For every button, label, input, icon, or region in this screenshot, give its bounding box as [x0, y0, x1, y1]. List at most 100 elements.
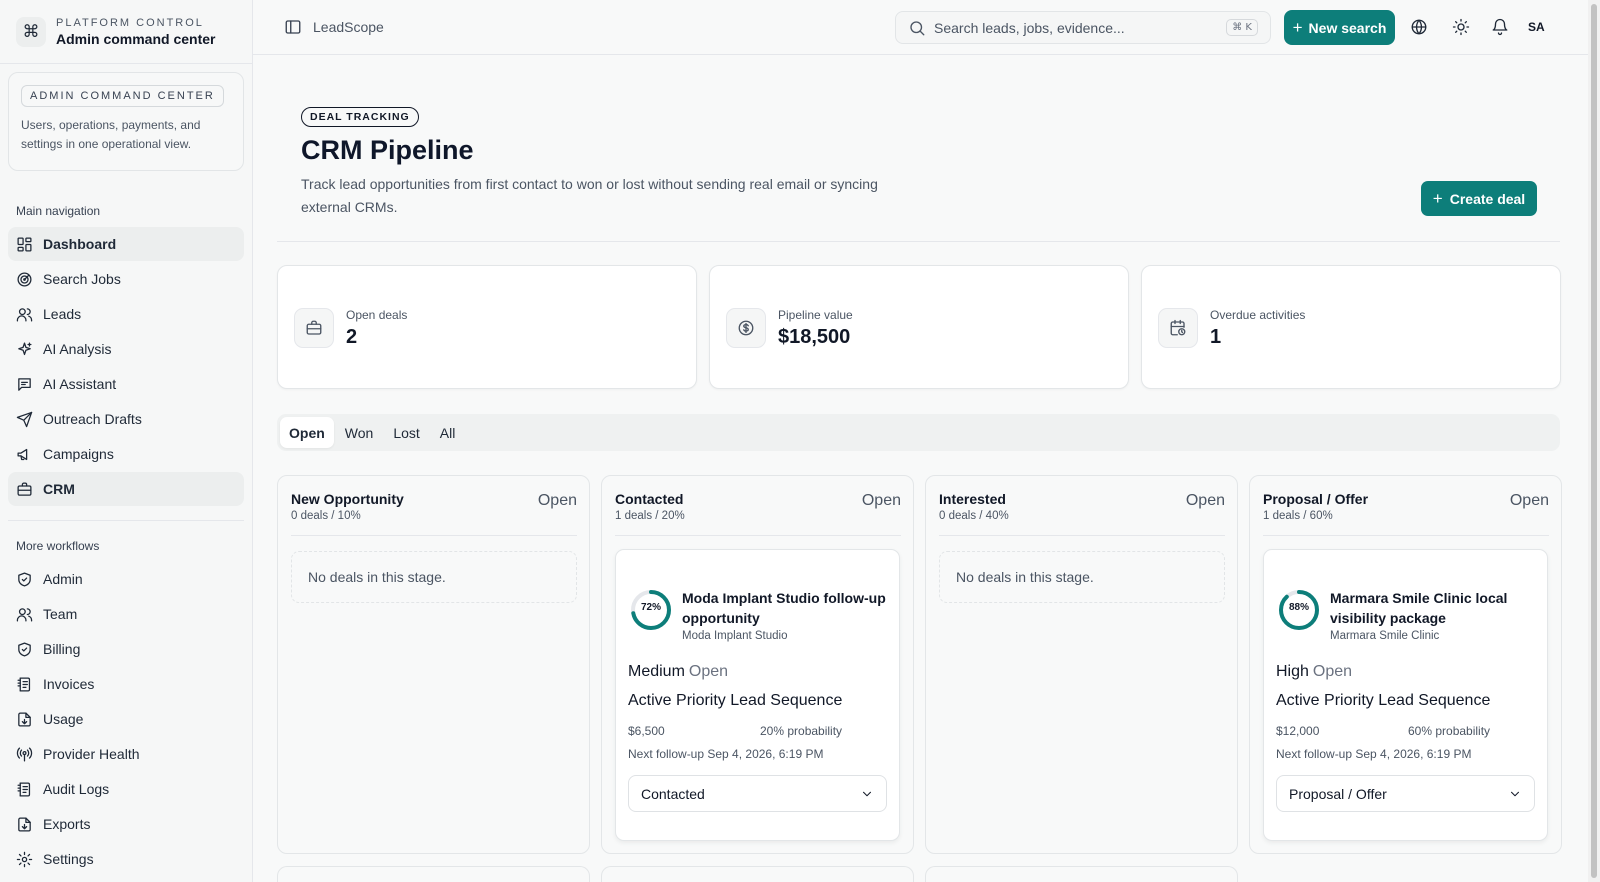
- sidebar-toggle-icon[interactable]: [284, 18, 302, 36]
- create-deal-label: Create deal: [1449, 190, 1526, 207]
- sidebar-item-team[interactable]: Team: [8, 597, 244, 631]
- column-meta: 0 deals / 40%: [939, 510, 1009, 522]
- file-download-icon: [16, 711, 33, 728]
- column-name: Proposal / Offer: [1263, 491, 1369, 507]
- filter-tab-all[interactable]: All: [431, 417, 465, 448]
- column-divider: [615, 535, 901, 536]
- calendar-clock-icon: [1158, 308, 1198, 348]
- sidebar-item-admin[interactable]: Admin: [8, 562, 244, 596]
- sidebar-item-label: Exports: [43, 816, 91, 832]
- stat-value: 1: [1210, 326, 1222, 348]
- brand-kicker: PLATFORM CONTROL: [56, 16, 204, 29]
- filter-tab-open[interactable]: Open: [280, 417, 334, 448]
- sidebar-item-settings[interactable]: Settings: [8, 842, 244, 876]
- sidebar-item-crm[interactable]: CRM: [8, 472, 244, 506]
- receipt-icon: [16, 676, 33, 693]
- chevron-down-icon: [860, 787, 874, 801]
- column-meta: 1 deals / 60%: [1263, 510, 1333, 522]
- megaphone-icon: [16, 446, 33, 463]
- sidebar-item-provider-health[interactable]: Provider Health: [8, 737, 244, 771]
- more-nav-heading: More workflows: [16, 539, 100, 553]
- sidebar-item-ai-analysis[interactable]: AI Analysis: [8, 332, 244, 366]
- pipeline-column-proposal-offer: Proposal / Offer 1 deals / 60% Open 88% …: [1249, 475, 1562, 854]
- deal-priority: High Open: [1276, 663, 1352, 681]
- deal-card[interactable]: 88% Marmara Smile Clinic local visibilit…: [1263, 549, 1548, 841]
- sidebar-item-dashboard[interactable]: Dashboard: [8, 227, 244, 261]
- sidebar-item-leads[interactable]: Leads: [8, 297, 244, 331]
- column-status: Open: [537, 492, 577, 509]
- brand-title: Admin command center: [56, 30, 216, 47]
- shield-icon: [16, 641, 33, 658]
- nav-divider: [8, 520, 244, 521]
- sidebar-item-invoices[interactable]: Invoices: [8, 667, 244, 701]
- stage-select-value: Contacted: [641, 785, 705, 802]
- sidebar-item-label: Admin: [43, 571, 83, 587]
- search-icon: [908, 19, 926, 37]
- deal-card[interactable]: 72% Moda Implant Studio follow-up opport…: [615, 549, 900, 841]
- sidebar-item-label: Billing: [43, 641, 81, 657]
- sidebar-item-outreach-drafts[interactable]: Outreach Drafts: [8, 402, 244, 436]
- users-icon: [16, 606, 33, 623]
- bell-icon[interactable]: [1491, 18, 1509, 36]
- sidebar-item-search-jobs[interactable]: Search Jobs: [8, 262, 244, 296]
- stat-label: Overdue activities: [1210, 308, 1306, 322]
- scrollbar[interactable]: [1588, 0, 1600, 882]
- chevron-down-icon: [1508, 787, 1522, 801]
- stat-value: 2: [346, 326, 358, 348]
- sun-icon[interactable]: [1452, 18, 1470, 36]
- sidebar-item-label: Invoices: [43, 676, 95, 692]
- column-meta: 0 deals / 10%: [291, 510, 361, 522]
- command-icon: ⌘: [16, 16, 46, 47]
- deal-value: $12,000: [1276, 724, 1320, 738]
- global-search[interactable]: ⌘ K: [895, 11, 1271, 44]
- column-status: Open: [1185, 492, 1225, 509]
- stage-select[interactable]: Proposal / Offer: [1276, 775, 1535, 812]
- shield-check-icon: [16, 571, 33, 588]
- column-name: Interested: [939, 491, 1006, 507]
- sidebar-item-exports[interactable]: Exports: [8, 807, 244, 841]
- broadcast-icon: [16, 746, 33, 763]
- dollar-circle-icon: [726, 308, 766, 348]
- page-title: CRM Pipeline: [301, 135, 474, 165]
- sidebar-item-label: Leads: [43, 306, 82, 322]
- sidebar-item-audit-logs[interactable]: Audit Logs: [8, 772, 244, 806]
- admin-description: Users, operations, payments, and setting…: [21, 118, 201, 151]
- deal-title[interactable]: Marmara Smile Clinic local visibility pa…: [1330, 588, 1540, 628]
- filter-tab-won[interactable]: Won: [336, 417, 383, 448]
- admin-card: ADMIN COMMAND CENTER Users, operations, …: [8, 72, 244, 171]
- column-status: Open: [861, 492, 901, 509]
- deal-state: Open: [688, 663, 729, 680]
- deal-title[interactable]: Moda Implant Studio follow-up opportunit…: [682, 588, 892, 628]
- sidebar-item-usage[interactable]: Usage: [8, 702, 244, 736]
- column-divider: [291, 535, 577, 536]
- sidebar: ⌘ PLATFORM CONTROL Admin command center …: [0, 0, 253, 882]
- users-icon: [16, 306, 33, 323]
- new-search-label: New search: [1308, 19, 1387, 36]
- deal-probability: 20% probability: [760, 724, 843, 738]
- stat-value: $18,500: [778, 326, 851, 348]
- plus-icon: +: [1292, 17, 1303, 37]
- create-deal-button[interactable]: + Create deal: [1421, 181, 1537, 216]
- filter-tab-lost[interactable]: Lost: [384, 417, 428, 448]
- sidebar-item-label: AI Assistant: [43, 376, 117, 392]
- column-divider: [1263, 535, 1549, 536]
- sidebar-item-label: AI Analysis: [43, 341, 112, 357]
- scrollbar-thumb[interactable]: [1591, 4, 1597, 878]
- globe-icon[interactable]: [1410, 18, 1428, 36]
- new-search-button[interactable]: + New search: [1284, 10, 1395, 45]
- score-value: 88%: [1288, 602, 1309, 613]
- sidebar-item-campaigns[interactable]: Campaigns: [8, 437, 244, 471]
- search-input[interactable]: [934, 19, 1219, 36]
- column-name: New Opportunity: [291, 491, 404, 507]
- stage-select[interactable]: Contacted: [628, 775, 887, 812]
- deal-probability: 60% probability: [1408, 724, 1491, 738]
- sidebar-item-ai-assistant[interactable]: AI Assistant: [8, 367, 244, 401]
- priority-label: High: [1276, 663, 1309, 680]
- pipeline-column-interested: Interested 0 deals / 40% Open No deals i…: [925, 475, 1238, 854]
- sidebar-item-billing[interactable]: Billing: [8, 632, 244, 666]
- brand[interactable]: ⌘ PLATFORM CONTROL Admin command center: [0, 0, 252, 64]
- pipeline-column-partial: [601, 866, 914, 882]
- sparkles-icon: [16, 341, 33, 358]
- deal-state: Open: [1312, 663, 1353, 680]
- avatar[interactable]: SA: [1528, 20, 1545, 34]
